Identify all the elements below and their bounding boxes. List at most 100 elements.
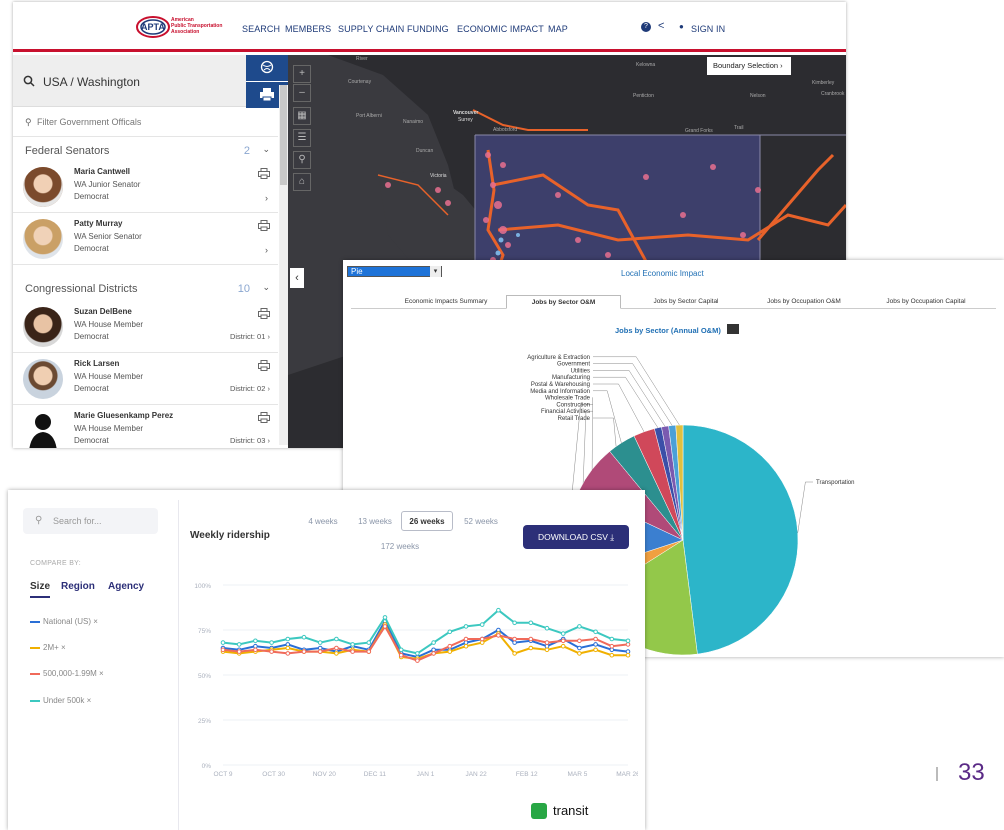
official-row[interactable]: Suzan DelBene WA House Member Democrat D… (13, 301, 278, 353)
data-point[interactable] (593, 642, 598, 647)
home-button[interactable]: ⌂ (293, 173, 311, 191)
data-point[interactable] (463, 643, 469, 649)
data-point[interactable] (496, 627, 501, 633)
data-point[interactable] (350, 642, 355, 647)
data-point[interactable] (382, 624, 388, 629)
week-52-button[interactable]: 52 weeks (457, 512, 505, 532)
data-point[interactable] (625, 649, 631, 654)
official-district[interactable]: District: 02 › (230, 384, 270, 393)
nav-members[interactable]: MEMBERS (285, 24, 331, 34)
legend-under-500k[interactable]: Under 500k × (30, 696, 91, 705)
tab-jobs-by-sector-om[interactable]: Jobs by Sector O&M (506, 295, 621, 309)
data-point[interactable] (431, 640, 436, 645)
data-point[interactable] (366, 649, 372, 654)
data-point[interactable] (253, 647, 258, 653)
globe-button[interactable] (246, 55, 288, 81)
pie-slice[interactable] (682, 424, 799, 655)
data-point[interactable] (366, 640, 372, 645)
data-point[interactable] (593, 647, 598, 653)
compare-agency-tab[interactable]: Agency (108, 581, 144, 592)
official-row[interactable]: Patty Murray WA Senior Senator Democrat … (13, 213, 278, 265)
data-point[interactable] (285, 645, 291, 651)
data-point[interactable] (625, 652, 631, 658)
panel-scrollbar[interactable] (279, 85, 288, 445)
data-point[interactable] (447, 629, 453, 635)
compare-region-tab[interactable]: Region (61, 581, 95, 592)
printer-icon[interactable] (258, 360, 270, 371)
zoom-out-button[interactable]: – (293, 84, 311, 102)
zoom-in-button[interactable]: + (293, 65, 311, 83)
printer-icon[interactable] (258, 412, 270, 423)
data-point[interactable] (463, 640, 469, 645)
chevron-right-icon[interactable]: › (265, 193, 268, 203)
nav-funding[interactable]: FUNDING (407, 24, 449, 34)
data-point[interactable] (544, 625, 550, 631)
data-point[interactable] (236, 642, 242, 647)
data-point[interactable] (301, 634, 307, 640)
data-point[interactable] (512, 640, 517, 645)
congressional-districts-header[interactable]: Congressional Districts 10 ⌄ (13, 275, 278, 303)
data-point[interactable] (269, 640, 274, 645)
data-point[interactable] (285, 651, 291, 656)
data-point[interactable] (317, 645, 323, 651)
share-icon[interactable]: < (658, 20, 664, 32)
legend-500k[interactable]: 500,000-1.99M × (30, 669, 104, 678)
tab-jobs-by-occupation-om[interactable]: Jobs by Occupation O&M (749, 295, 859, 309)
official-district[interactable]: District: 03 › (230, 436, 270, 445)
data-point[interactable] (382, 615, 388, 620)
location-search[interactable]: USA / Washington (13, 55, 246, 107)
nav-economic-impact[interactable]: ECONOMIC IMPACT (457, 24, 544, 34)
data-point[interactable] (577, 645, 582, 651)
data-point[interactable] (253, 638, 258, 644)
data-point[interactable] (609, 652, 615, 658)
camera-icon[interactable] (727, 324, 739, 334)
nav-search[interactable]: SEARCH (242, 24, 280, 34)
week-13-button[interactable]: 13 weeks (351, 512, 399, 532)
data-point[interactable] (398, 652, 404, 658)
official-row[interactable]: Maria Cantwell WA Junior Senator Democra… (13, 161, 278, 213)
data-point[interactable] (625, 638, 631, 644)
data-point[interactable] (577, 638, 582, 644)
data-point[interactable] (560, 638, 566, 644)
layers-button[interactable]: ▦ (293, 107, 311, 125)
data-point[interactable] (220, 640, 226, 645)
search-input[interactable]: ⚲ Search for... (23, 508, 158, 534)
download-csv-button[interactable]: DOWNLOAD CSV ⤓ (523, 525, 629, 549)
legend-2m[interactable]: 2M+ × (30, 643, 66, 652)
data-point[interactable] (528, 620, 534, 626)
printer-icon[interactable] (258, 220, 270, 231)
data-point[interactable] (415, 651, 420, 656)
nav-supply-chain[interactable]: SUPPLY CHAIN (338, 24, 404, 34)
week-26-button[interactable]: 26 weeks (401, 511, 453, 531)
data-point[interactable] (463, 636, 469, 642)
data-point[interactable] (431, 647, 436, 653)
boundary-selection-button[interactable]: Boundary Selection › (707, 57, 791, 75)
filter-officials-input[interactable]: ⚲ Filter Government Officals (13, 107, 278, 137)
tab-jobs-by-occupation-capital[interactable]: Jobs by Occupation Capital (856, 295, 996, 309)
data-point[interactable] (544, 643, 550, 649)
chevron-down-icon[interactable]: ⌄ (262, 144, 270, 155)
collapse-panel-button[interactable]: ‹ (290, 268, 304, 288)
data-point[interactable] (496, 633, 501, 638)
legend-national[interactable]: National (US) × (30, 617, 98, 626)
data-point[interactable] (447, 649, 453, 654)
data-point[interactable] (609, 643, 615, 649)
data-point[interactable] (593, 636, 598, 642)
data-point[interactable] (447, 643, 453, 649)
data-point[interactable] (285, 642, 291, 647)
data-point[interactable] (479, 622, 485, 627)
data-point[interactable] (544, 640, 550, 645)
chevron-right-icon[interactable]: › (265, 245, 268, 255)
data-point[interactable] (625, 642, 631, 647)
data-point[interactable] (431, 651, 436, 656)
data-point[interactable] (560, 631, 566, 636)
official-row[interactable]: Marie Gluesenkamp Perez WA House Member … (13, 405, 278, 448)
data-point[interactable] (285, 636, 291, 642)
chevron-down-icon[interactable]: ⌄ (262, 282, 270, 293)
tab-jobs-by-sector-capital[interactable]: Jobs by Sector Capital (621, 295, 751, 309)
data-point[interactable] (398, 647, 404, 653)
data-point[interactable] (317, 640, 323, 645)
data-point[interactable] (577, 651, 582, 656)
data-point[interactable] (253, 643, 258, 649)
data-point[interactable] (334, 651, 339, 656)
